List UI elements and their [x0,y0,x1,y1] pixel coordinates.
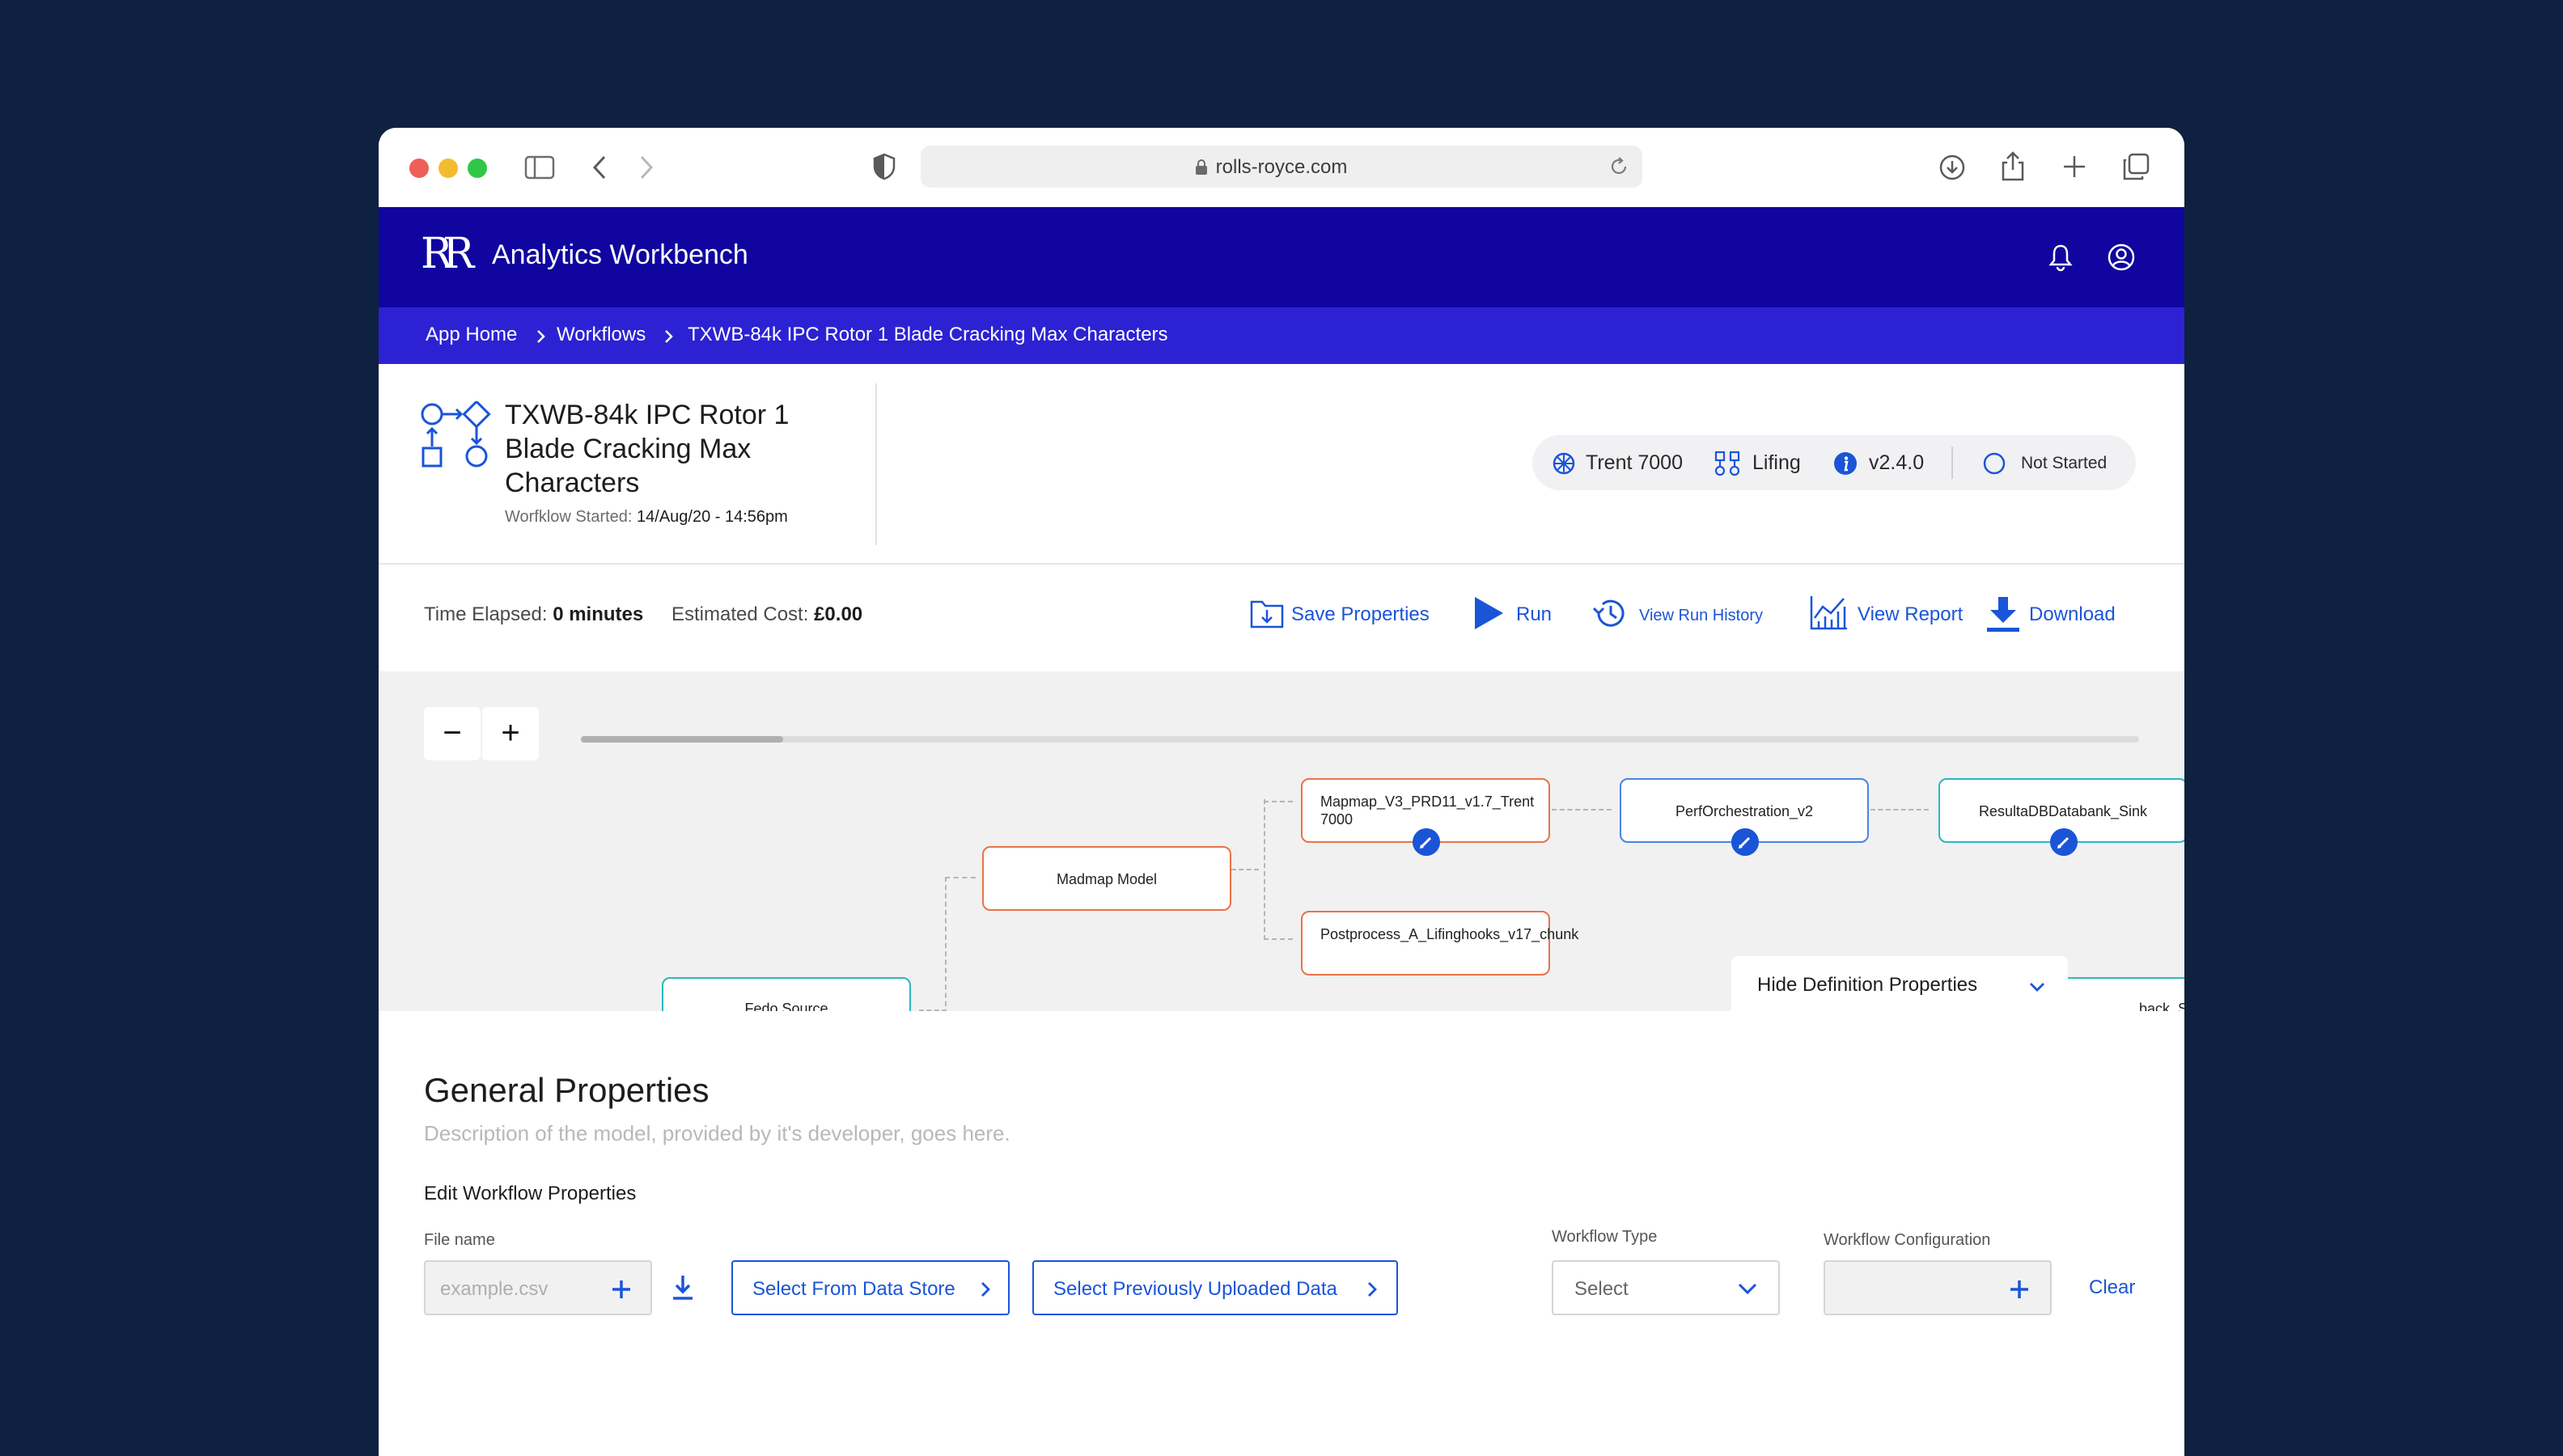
connector [1231,869,1259,870]
reload-icon[interactable] [1608,156,1629,177]
node-madmap-model[interactable]: Madmap Model [982,846,1231,911]
edit-node-icon[interactable] [2050,828,2078,856]
general-properties-description: Description of the model, provided by it… [424,1121,1010,1145]
edit-node-icon[interactable] [1413,828,1440,856]
add-file-icon[interactable] [610,1278,633,1301]
new-tab-icon[interactable] [2061,154,2087,180]
node-fedo-source[interactable]: Fedo Source [662,977,911,1011]
report-chart-icon[interactable] [1809,594,1849,631]
tab-overview-icon[interactable] [2121,152,2150,181]
connector [1870,809,1929,811]
download-template-icon[interactable] [670,1273,696,1302]
time-elapsed: Time Elapsed: 0 minutes [424,603,644,625]
chevron-right-icon [1368,1282,1377,1297]
bell-icon[interactable] [2048,243,2073,272]
edit-workflow-properties-label: Edit Workflow Properties [424,1183,637,1204]
edit-node-icon[interactable] [1731,828,1759,856]
version-tag: v2.4.0 [1869,451,1925,474]
address-bar[interactable]: rolls-royce.com [921,146,1642,188]
forward-icon[interactable] [638,154,655,181]
general-properties-title: General Properties [424,1071,710,1109]
workflow-icon [421,401,491,468]
zoom-in-button[interactable]: + [482,707,539,760]
breadcrumb-workflows[interactable]: Workflows [557,324,646,346]
connector [945,877,947,1011]
header-divider [875,383,877,545]
chevron-down-icon [1738,1283,1757,1295]
run-button[interactable]: Run [1516,603,1552,626]
chevron-right-icon [537,330,545,343]
browser-window: rolls-royce.com RR Analytics Workbench A… [379,128,2184,1456]
url-text: rolls-royce.com [1215,156,1348,178]
breadcrumb-current-workflow: TXWB-84k IPC Rotor 1 Blade Cracking Max … [688,324,1168,345]
user-account-icon[interactable] [2107,243,2136,272]
downloads-icon[interactable] [1938,154,1966,181]
scrollbar-thumb[interactable] [581,736,783,743]
save-properties-button[interactable]: Save Properties [1291,603,1430,626]
share-icon[interactable] [2000,150,2026,183]
zoom-out-button[interactable]: − [424,707,481,760]
engine-icon [1553,452,1575,475]
app-header: RR Analytics Workbench [379,207,2184,307]
connector [1552,809,1612,811]
file-name-field[interactable]: example.csv [424,1260,652,1315]
workflow-canvas[interactable]: − + Madmap Model Mapmap_V3_PRD11_v1.7_Tr… [379,671,2184,1011]
section-divider [379,563,2184,565]
workflow-started: Worfklow Started: 14/Aug/20 - 14:56pm [505,508,788,526]
status-circle-icon [1983,452,2006,475]
canvas-scrollbar[interactable] [581,736,2139,743]
hide-definition-toggle[interactable]: Hide Definition Properties [1731,956,2068,1011]
connector [1264,799,1265,940]
workflow-type-select[interactable]: Select [1552,1260,1780,1315]
rolls-royce-logo[interactable]: RR [421,230,474,278]
connector [945,877,976,878]
lifing-icon [1714,451,1740,476]
back-icon[interactable] [591,154,608,181]
workflow-configuration-field[interactable] [1824,1260,2052,1315]
connector [1264,938,1293,940]
close-window-button[interactable] [409,159,429,178]
clear-button[interactable]: Clear [2089,1276,2135,1299]
workflow-type-label: Workflow Type [1552,1228,1658,1246]
breadcrumb-app-home[interactable]: App Home [426,324,517,346]
estimated-cost: Estimated Cost: £0.00 [671,603,863,625]
workflow-title: TXWB-84k IPC Rotor 1 Blade Cracking Max … [505,400,790,498]
view-run-history-button[interactable]: View Run History [1639,607,1763,625]
workflow-configuration-label: Workflow Configuration [1824,1231,1991,1249]
save-folder-icon[interactable] [1249,595,1285,629]
history-icon[interactable] [1591,595,1629,631]
connector [1264,801,1293,802]
sidebar-toggle-icon[interactable] [524,155,555,180]
tag-divider [1951,447,1953,479]
file-name-label: File name [424,1231,495,1249]
breadcrumb: App Home Workflows TXWB-84k IPC Rotor 1 … [379,307,2184,364]
maximize-window-button[interactable] [468,159,487,178]
info-icon [1834,452,1857,475]
category-tag: Lifing [1752,451,1801,474]
view-report-button[interactable]: View Report [1858,603,1963,626]
chevron-down-icon [2030,983,2044,992]
download-button[interactable]: Download [2029,603,2116,626]
chevron-right-icon [981,1282,990,1297]
minimize-window-button[interactable] [438,159,458,178]
play-icon[interactable] [1472,595,1505,631]
privacy-shield-icon[interactable] [872,152,896,181]
select-previously-uploaded-button[interactable]: Select Previously Uploaded Data [1032,1260,1398,1315]
select-from-data-store-button[interactable]: Select From Data Store [731,1260,1010,1315]
status-tag: Not Started [2021,454,2108,472]
app-title: Analytics Workbench [492,239,748,270]
add-configuration-icon[interactable] [2008,1278,2031,1301]
connector [919,1009,947,1011]
chevron-right-icon [665,330,673,343]
node-postprocess[interactable]: Postprocess_A_Lifinghooks_v17_chunk [1301,911,1578,976]
download-icon[interactable] [1985,595,2021,633]
browser-toolbar: rolls-royce.com [379,128,2184,208]
engine-tag: Trent 7000 [1586,451,1683,474]
workflow-tags: Trent 7000 Lifing v2.4.0 Not Started [1532,435,2136,490]
